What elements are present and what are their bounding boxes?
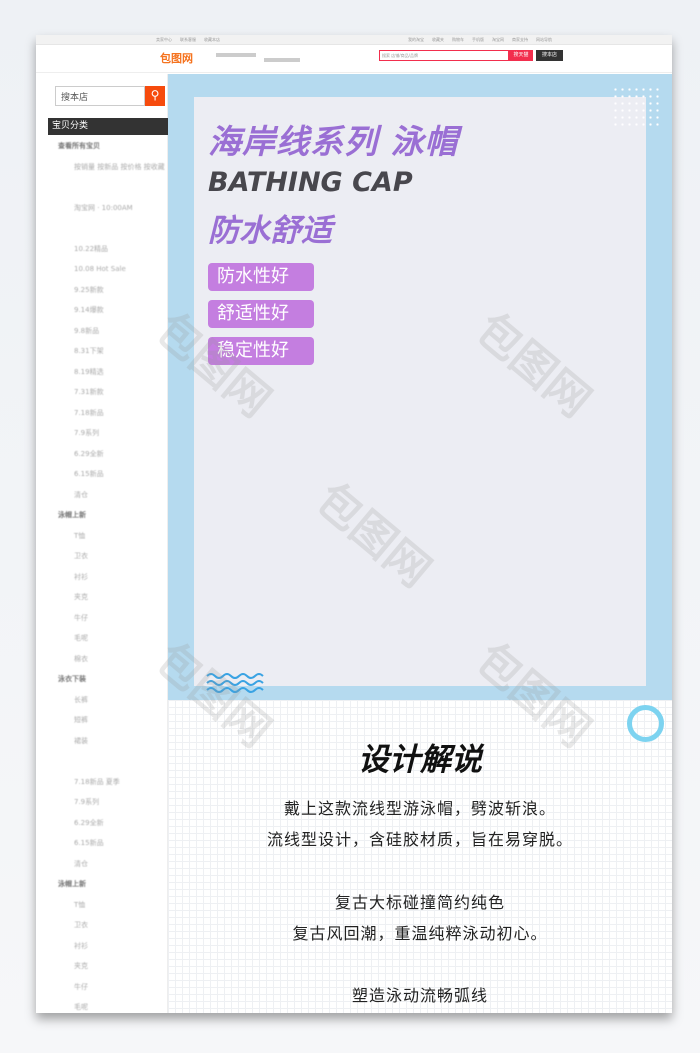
sidebar-category-item[interactable] <box>56 177 166 198</box>
site-logo[interactable]: 包图网 <box>160 50 193 66</box>
sidebar: 搜本店 ⚲ 宝贝分类 查看所有宝贝 按销量 按新品 按价格 按收藏 淘宝网 · 10… <box>36 74 168 1013</box>
sidebar-category-item[interactable]: 毛呢 <box>56 997 166 1013</box>
sidebar-category-item[interactable]: T恤 <box>56 526 166 547</box>
search-tmall-button[interactable]: 搜天猫 <box>509 50 533 61</box>
sidebar-category-item[interactable]: 长裤 <box>56 690 166 711</box>
sidebar-category-item[interactable]: 衬衫 <box>56 936 166 957</box>
sidebar-category-item[interactable]: 9.25新款 <box>56 280 166 301</box>
sidebar-category-item[interactable]: 清仓 <box>56 485 166 506</box>
feature-tag: 舒适性好 <box>208 300 314 328</box>
topnav-link[interactable]: 我的淘宝 <box>408 37 424 43</box>
design-line: 流线型设计，含硅胶材质，旨在易穿脱。 <box>266 830 573 849</box>
sidebar-category-item[interactable]: 6.29全新 <box>56 813 166 834</box>
store-search-input[interactable]: 搜本店 <box>55 86 145 106</box>
wave-icon <box>206 673 264 693</box>
design-line: 复古大标碰撞简约纯色 <box>334 893 505 912</box>
sidebar-category-item[interactable]: 卫衣 <box>56 546 166 567</box>
sidebar-category-item[interactable]: 7.18新品 夏季 <box>56 772 166 793</box>
feature-tag: 防水性好 <box>208 263 314 291</box>
top-nav: 卖家中心 联系客服 收藏本店 我的淘宝 收藏夹 购物车 手机版 淘宝网 商家支持… <box>36 35 672 45</box>
shop-name-placeholder <box>216 53 256 57</box>
topnav-link[interactable]: 网站导航 <box>536 37 552 43</box>
category-title: 宝贝分类 <box>48 118 168 135</box>
sidebar-category-item[interactable]: T恤 <box>56 895 166 916</box>
sidebar-category-item[interactable]: 清仓 <box>56 854 166 875</box>
banner-tagline: 防水舒适 <box>208 213 332 249</box>
sidebar-category-item[interactable]: 牛仔 <box>56 977 166 998</box>
sidebar-category-item[interactable]: 7.9系列 <box>56 423 166 444</box>
banner-card: 海岸线系列 泳帽 BATHING CAP 防水舒适 防水性好 舒适性好 稳定性好 <box>194 97 646 693</box>
sidebar-category-item[interactable]: 棉衣 <box>56 649 166 670</box>
sidebar-category-item[interactable] <box>56 218 166 239</box>
sidebar-category-item[interactable]: 7.9系列 <box>56 792 166 813</box>
sidebar-category-item[interactable]: 7.18新品 <box>56 403 166 424</box>
topnav-link[interactable]: 收藏夹 <box>432 37 444 43</box>
topnav-link[interactable]: 淘宝网 <box>492 37 504 43</box>
banner-subtitle: BATHING CAP <box>208 167 413 198</box>
topnav-link[interactable]: 联系客服 <box>180 37 196 43</box>
sidebar-category-item[interactable]: 裙装 <box>56 731 166 752</box>
design-line: 复古风回潮，重温纯粹泳动初心。 <box>292 924 548 943</box>
sidebar-category-item[interactable]: 10.22精品 <box>56 239 166 260</box>
sidebar-category-item[interactable]: 淘宝网 · 10:00AM <box>56 198 166 219</box>
feature-tag: 稳定性好 <box>208 337 314 365</box>
category-list: 查看所有宝贝 按销量 按新品 按价格 按收藏 淘宝网 · 10:00AM 10.22精… <box>56 136 166 1013</box>
sidebar-category-item[interactable]: 查看所有宝贝 <box>56 136 166 157</box>
shop-rating-placeholder <box>264 58 300 62</box>
sidebar-category-item[interactable]: 衬衫 <box>56 567 166 588</box>
sidebar-category-item[interactable]: 6.15新品 <box>56 464 166 485</box>
sidebar-category-item[interactable]: 毛呢 <box>56 628 166 649</box>
sidebar-category-item[interactable]: 6.29全新 <box>56 444 166 465</box>
banner-title: 海岸线系列 泳帽 <box>208 122 459 161</box>
store-page: 卖家中心 联系客服 收藏本店 我的淘宝 收藏夹 购物车 手机版 淘宝网 商家支持… <box>36 35 672 1013</box>
sidebar-category-item[interactable]: 9.14爆款 <box>56 300 166 321</box>
sidebar-category-item[interactable]: 7.31新款 <box>56 382 166 403</box>
store-header: 包图网 搜索 店铺/商品/品牌 搜天猫 搜本店 <box>36 45 672 73</box>
sidebar-category-item[interactable]: 牛仔 <box>56 608 166 629</box>
design-title: 设计解说 <box>358 742 482 778</box>
topnav-link[interactable]: 商家支持 <box>512 37 528 43</box>
topnav-link[interactable]: 手机版 <box>472 37 484 43</box>
sidebar-category-item[interactable]: 6.15新品 <box>56 833 166 854</box>
sidebar-category-item[interactable]: 夹克 <box>56 587 166 608</box>
topnav-link[interactable]: 收藏本店 <box>204 37 220 43</box>
banner: 海岸线系列 泳帽 BATHING CAP 防水舒适 防水性好 舒适性好 稳定性好 <box>168 74 672 700</box>
sidebar-category-item[interactable]: 8.19精选 <box>56 362 166 383</box>
sidebar-category-item[interactable]: 卫衣 <box>56 915 166 936</box>
search-input[interactable]: 搜索 店铺/商品/品牌 <box>379 50 509 61</box>
topnav-link[interactable]: 卖家中心 <box>156 37 172 43</box>
sidebar-category-item[interactable]: 9.8新品 <box>56 321 166 342</box>
sidebar-category-item[interactable]: 夹克 <box>56 956 166 977</box>
sidebar-category-item[interactable]: 泳帽上新 <box>56 874 166 895</box>
sidebar-category-item[interactable]: 短裤 <box>56 710 166 731</box>
sidebar-category-item[interactable]: 8.31下架 <box>56 341 166 362</box>
sidebar-category-item[interactable]: 10.08 Hot Sale <box>56 259 166 280</box>
main-content: 海岸线系列 泳帽 BATHING CAP 防水舒适 防水性好 舒适性好 稳定性好… <box>168 74 672 1013</box>
topnav-link[interactable]: 购物车 <box>452 37 464 43</box>
design-line: 戴上这款流线型游泳帽，劈波斩浪。 <box>283 799 556 818</box>
design-line: 塑造泳动流畅弧线 <box>351 986 488 1005</box>
sidebar-category-item[interactable] <box>56 751 166 772</box>
search-icon[interactable]: ⚲ <box>145 86 165 106</box>
dot-pattern <box>612 86 662 126</box>
sidebar-category-item[interactable]: 泳衣下装 <box>56 669 166 690</box>
sidebar-category-item[interactable]: 按销量 按新品 按价格 按收藏 <box>56 157 166 178</box>
search-store-button[interactable]: 搜本店 <box>536 50 563 61</box>
sidebar-category-item[interactable]: 泳帽上新 <box>56 505 166 526</box>
